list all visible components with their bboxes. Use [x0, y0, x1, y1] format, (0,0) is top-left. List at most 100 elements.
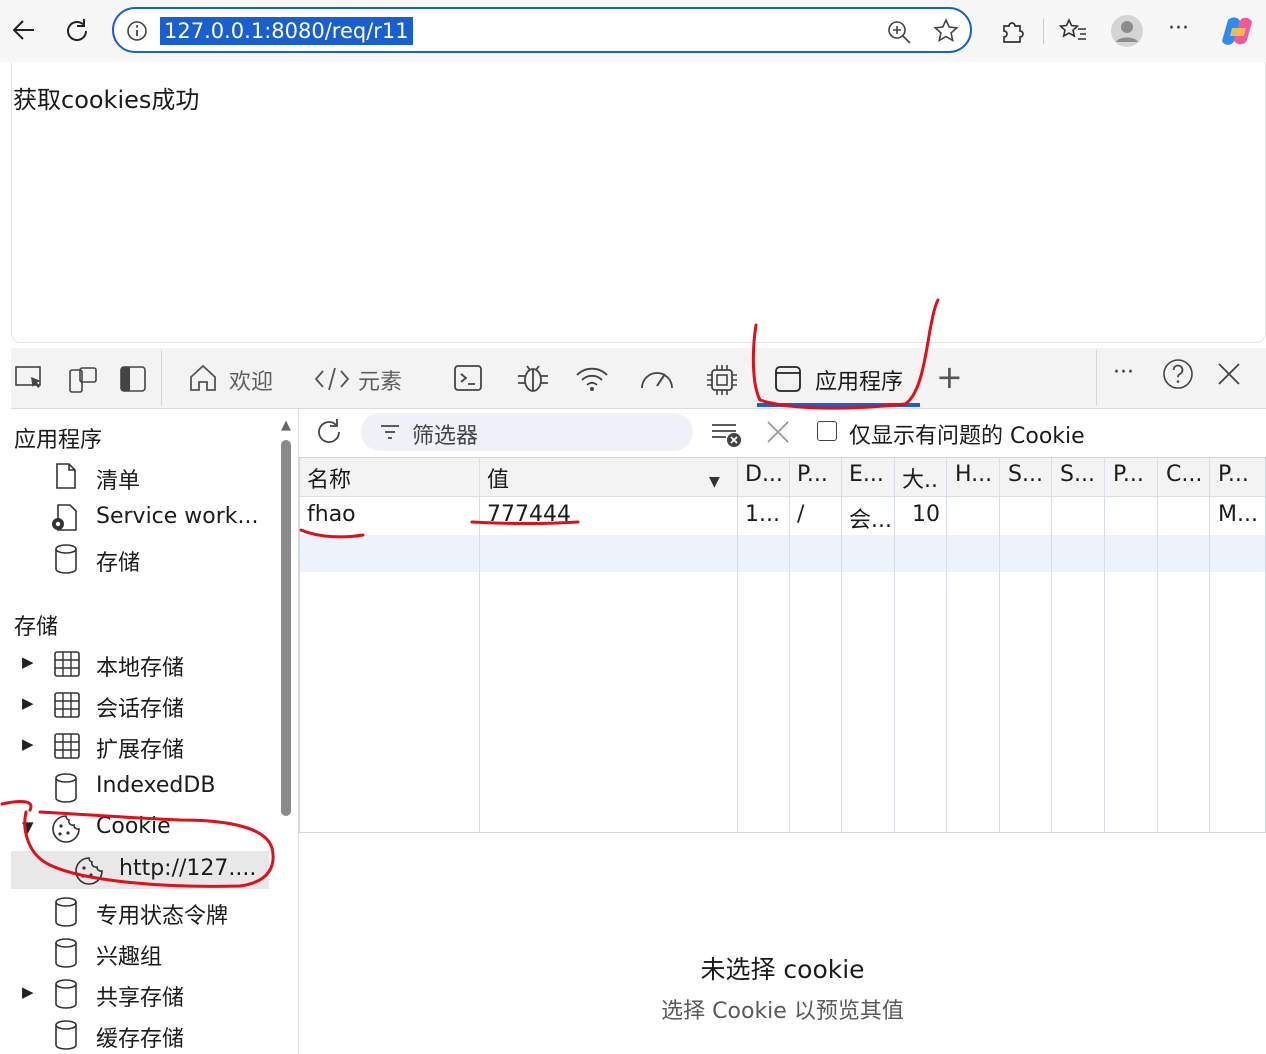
- cell-path: /: [797, 502, 805, 527]
- column-header-name[interactable]: 名称: [307, 462, 351, 494]
- zoom-icon[interactable]: [886, 19, 912, 45]
- refresh-cookies-icon[interactable]: [313, 416, 345, 448]
- memory-chip-icon[interactable]: [704, 362, 740, 398]
- console-icon[interactable]: [452, 362, 484, 394]
- tab-elements[interactable]: 元素: [358, 364, 402, 396]
- application-tab-icon[interactable]: [773, 364, 803, 394]
- refresh-icon[interactable]: [62, 16, 92, 46]
- expand-arrow-icon[interactable]: ▶: [22, 653, 34, 671]
- sidebar-item-service-worker[interactable]: Service work...: [96, 504, 259, 529]
- column-header-domain[interactable]: D...: [745, 462, 783, 487]
- sidebar-item-cookie-origin[interactable]: http://127....: [119, 856, 256, 881]
- column-header-httponly[interactable]: H...: [955, 462, 992, 487]
- column-divider: [1104, 458, 1105, 832]
- cell-size: 10: [912, 502, 940, 527]
- add-tab-button[interactable]: +: [936, 358, 963, 396]
- expand-arrow-icon[interactable]: ▼: [22, 818, 34, 836]
- sidebar-item-local-storage[interactable]: 本地存储: [96, 650, 184, 682]
- tab-welcome[interactable]: 欢迎: [229, 364, 273, 396]
- browser-more-button[interactable]: ···: [1168, 16, 1189, 41]
- cache-storage-database-icon: [53, 1019, 79, 1051]
- column-header-size[interactable]: 大..: [902, 462, 938, 494]
- column-header-samesite[interactable]: S...: [1060, 462, 1095, 487]
- column-divider: [737, 458, 738, 832]
- sidebar-item-cache-storage[interactable]: 缓存存储: [96, 1021, 184, 1053]
- sidebar-item-manifest[interactable]: 清单: [96, 463, 140, 495]
- debugger-bug-icon[interactable]: [516, 360, 550, 396]
- interest-groups-database-icon: [53, 937, 79, 969]
- column-divider: [894, 458, 895, 832]
- sidebar-item-cookie[interactable]: Cookie: [96, 814, 171, 839]
- sidebar-item-interest-groups[interactable]: 兴趣组: [96, 939, 162, 971]
- home-icon[interactable]: [187, 362, 219, 394]
- favorite-star-icon[interactable]: [932, 17, 960, 45]
- cell-priority: M...: [1218, 502, 1258, 527]
- device-emulation-icon[interactable]: [66, 364, 98, 396]
- cookie-origin-icon: [73, 855, 105, 887]
- cell-domain: 1...: [745, 502, 780, 527]
- column-header-value[interactable]: 值: [487, 462, 509, 494]
- url-text[interactable]: 127.0.0.1:8080/req/r11: [160, 17, 413, 45]
- sidebar-item-shared-storage[interactable]: 共享存储: [96, 980, 184, 1012]
- tab-divider-right: [1096, 350, 1097, 406]
- manifest-file-icon: [52, 461, 80, 491]
- extensions-icon[interactable]: [998, 17, 1026, 45]
- clear-filtered-cookies-icon[interactable]: [710, 419, 744, 449]
- network-wifi-icon[interactable]: [574, 364, 610, 394]
- sort-descending-icon: ▼: [709, 474, 720, 490]
- cookie-icon: [50, 813, 82, 845]
- site-info-icon[interactable]: [126, 20, 148, 42]
- sidebar-scrollbar[interactable]: [281, 440, 291, 816]
- column-divider: [999, 458, 1000, 832]
- only-issues-checkbox[interactable]: [817, 421, 837, 441]
- shared-storage-database-icon: [53, 978, 79, 1010]
- column-header-cross-site[interactable]: C...: [1166, 462, 1202, 487]
- extension-storage-grid-icon: [52, 731, 82, 761]
- filter-placeholder: 筛选器: [412, 424, 479, 449]
- column-header-expires[interactable]: E...: [849, 462, 884, 487]
- code-icon[interactable]: [313, 363, 351, 395]
- sidebar-item-session-storage[interactable]: 会话存储: [96, 691, 184, 723]
- cell-expires: 会...: [849, 508, 892, 533]
- preview-empty-title: 未选择 cookie: [700, 955, 865, 984]
- column-divider: [841, 458, 842, 832]
- sidebar-section-storage: 存储: [14, 615, 59, 640]
- column-header-priority[interactable]: P...: [1218, 462, 1249, 487]
- table-row-empty: [300, 535, 1265, 572]
- profile-avatar[interactable]: [1110, 14, 1144, 48]
- help-icon[interactable]: [1162, 358, 1194, 390]
- expand-arrow-icon[interactable]: ▶: [22, 694, 34, 712]
- sidebar-item-storage-overview[interactable]: 存储: [96, 545, 140, 577]
- column-divider: [1209, 458, 1210, 832]
- performance-gauge-icon[interactable]: [638, 364, 676, 394]
- service-worker-gear-icon: [48, 502, 80, 534]
- scroll-up-arrow-icon[interactable]: ▲: [281, 418, 291, 433]
- column-header-path[interactable]: P...: [797, 462, 828, 487]
- tab-application[interactable]: 应用程序: [815, 364, 903, 396]
- dock-side-icon[interactable]: [118, 364, 148, 394]
- expand-arrow-icon[interactable]: ▶: [22, 735, 34, 753]
- cell-name: fhao: [307, 502, 356, 527]
- column-divider: [789, 458, 790, 832]
- storage-database-icon: [53, 543, 79, 575]
- sidebar-item-private-state-tokens[interactable]: 专用状态令牌: [96, 898, 228, 930]
- devtools-more-button[interactable]: ···: [1113, 360, 1134, 385]
- column-header-partition-key[interactable]: P...: [1113, 462, 1144, 487]
- filter-input[interactable]: [361, 413, 693, 451]
- copilot-icon[interactable]: [1220, 14, 1256, 48]
- favorites-icon[interactable]: [1058, 17, 1088, 45]
- close-devtools-icon[interactable]: [1215, 360, 1243, 388]
- column-header-secure[interactable]: S...: [1008, 462, 1043, 487]
- page-message: 获取cookies成功: [13, 86, 200, 114]
- sidebar-item-extension-storage[interactable]: 扩展存储: [96, 732, 184, 764]
- column-divider: [479, 458, 480, 832]
- back-icon[interactable]: [10, 16, 38, 44]
- expand-arrow-icon[interactable]: ▶: [22, 983, 34, 1001]
- indexeddb-database-icon: [53, 772, 79, 804]
- delete-selected-icon[interactable]: [765, 419, 791, 445]
- sidebar-item-indexeddb[interactable]: IndexedDB: [96, 773, 215, 798]
- table-row[interactable]: [300, 497, 1265, 535]
- inspect-element-icon[interactable]: [14, 364, 46, 394]
- cell-value: 777444: [487, 502, 571, 527]
- preview-empty-subtitle: 选择 Cookie 以预览其值: [661, 999, 904, 1024]
